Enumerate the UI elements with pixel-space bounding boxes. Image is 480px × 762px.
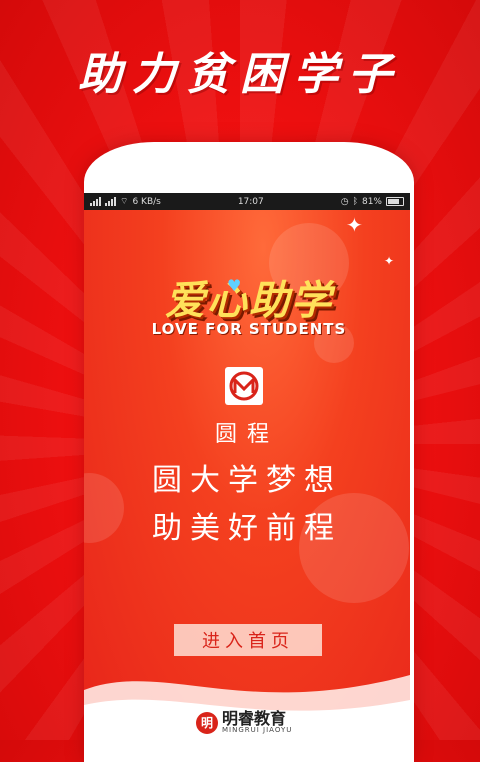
clock: 17:07 — [237, 196, 264, 207]
company-name-cn: 明睿教育 — [222, 709, 287, 728]
heart-icon: ♥ — [227, 276, 242, 295]
app-screen: ⌔ 6 KB/s 17:07 ◷ ᛒ 81% ✦ ✦ ✦ 爱心助学 LOVE F… — [84, 193, 410, 740]
logo-chinese: 爱心助学 — [165, 278, 333, 324]
network-speed: 6 KB/s — [132, 196, 161, 207]
logo-english: LOVE FOR STUDENTS — [151, 320, 347, 338]
signal-icon-2 — [105, 197, 116, 206]
love-for-students-logo: 爱心助学 LOVE FOR STUDENTS ♥ — [134, 268, 364, 338]
status-left: ⌔ 6 KB/s — [90, 196, 161, 207]
brand-name: 圆程 — [214, 422, 279, 447]
wifi-icon: ⌔ — [120, 197, 129, 207]
battery-percent: 81% — [361, 196, 382, 207]
slogan-line-2: 助美好前程 — [152, 511, 342, 546]
slogan-line-1: 圆大学梦想 — [152, 463, 342, 498]
seal-icon: 明 — [196, 711, 218, 734]
bluetooth-icon: ᛒ — [352, 196, 358, 207]
status-bar: ⌔ 6 KB/s 17:07 ◷ ᛒ 81% — [84, 193, 410, 210]
brand-m-icon — [225, 367, 263, 405]
sparkle-icon: ✦ — [384, 254, 395, 268]
battery-icon — [385, 197, 404, 206]
promo-title: 助力贫困学子 — [78, 49, 402, 100]
status-right: ◷ ᛒ 81% — [341, 197, 404, 207]
sparkle-icon: ✦ — [346, 213, 363, 237]
signal-icon — [90, 197, 101, 206]
company-name-en: MINGRUI JIAOYU — [222, 726, 293, 734]
alarm-icon: ◷ — [340, 196, 349, 207]
company-logo: 明 明睿教育 MINGRUI JIAOYU — [196, 711, 292, 734]
